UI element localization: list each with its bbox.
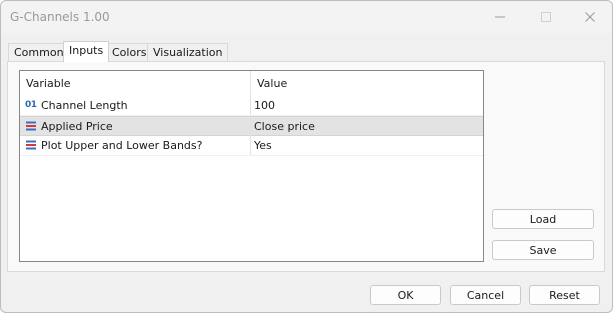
dialog-window: G-Channels 1.00 Common Inputs Colors Vis… xyxy=(0,0,613,313)
minimize-icon xyxy=(495,16,505,18)
value-cell[interactable]: Close price xyxy=(251,117,483,136)
value-cell[interactable]: 100 xyxy=(251,96,483,115)
reset-button[interactable]: Reset xyxy=(529,285,600,305)
column-header-value[interactable]: Value xyxy=(251,71,483,96)
inputs-grid[interactable]: Variable Value 01 Channel Length 100 App… xyxy=(19,70,484,262)
enum-list-icon xyxy=(26,121,36,131)
tab-inputs[interactable]: Inputs xyxy=(63,41,110,62)
save-button[interactable]: Save xyxy=(492,240,594,260)
ok-button[interactable]: OK xyxy=(370,285,441,305)
maximize-icon xyxy=(541,12,551,22)
variable-label: Channel Length xyxy=(41,99,128,112)
tab-colors[interactable]: Colors xyxy=(106,43,153,61)
variable-cell: Plot Upper and Lower Bands? xyxy=(20,136,251,155)
variable-label: Applied Price xyxy=(41,120,113,133)
integer-icon: 01 xyxy=(25,100,37,110)
enum-list-icon xyxy=(26,140,36,150)
grid-row-plot-bands[interactable]: Plot Upper and Lower Bands? Yes xyxy=(20,136,483,156)
grid-header: Variable Value xyxy=(20,71,483,96)
value-cell[interactable]: Yes xyxy=(251,136,483,155)
title-bar: G-Channels 1.00 xyxy=(1,1,612,33)
tab-visualization[interactable]: Visualization xyxy=(147,43,229,61)
minimize-button[interactable] xyxy=(477,1,523,33)
close-button[interactable] xyxy=(567,1,612,33)
maximize-button[interactable] xyxy=(523,1,569,33)
variable-label: Plot Upper and Lower Bands? xyxy=(41,139,203,152)
column-header-variable[interactable]: Variable xyxy=(20,71,251,96)
variable-cell: 01 Channel Length xyxy=(20,96,251,115)
load-button[interactable]: Load xyxy=(492,209,594,229)
grid-row-applied-price[interactable]: Applied Price Close price xyxy=(20,116,483,136)
grid-row-channel-length[interactable]: 01 Channel Length 100 xyxy=(20,96,483,116)
close-icon xyxy=(585,12,595,22)
tab-common[interactable]: Common xyxy=(8,43,70,61)
cancel-button[interactable]: Cancel xyxy=(450,285,521,305)
window-title: G-Channels 1.00 xyxy=(10,10,110,24)
variable-cell: Applied Price xyxy=(20,117,251,136)
